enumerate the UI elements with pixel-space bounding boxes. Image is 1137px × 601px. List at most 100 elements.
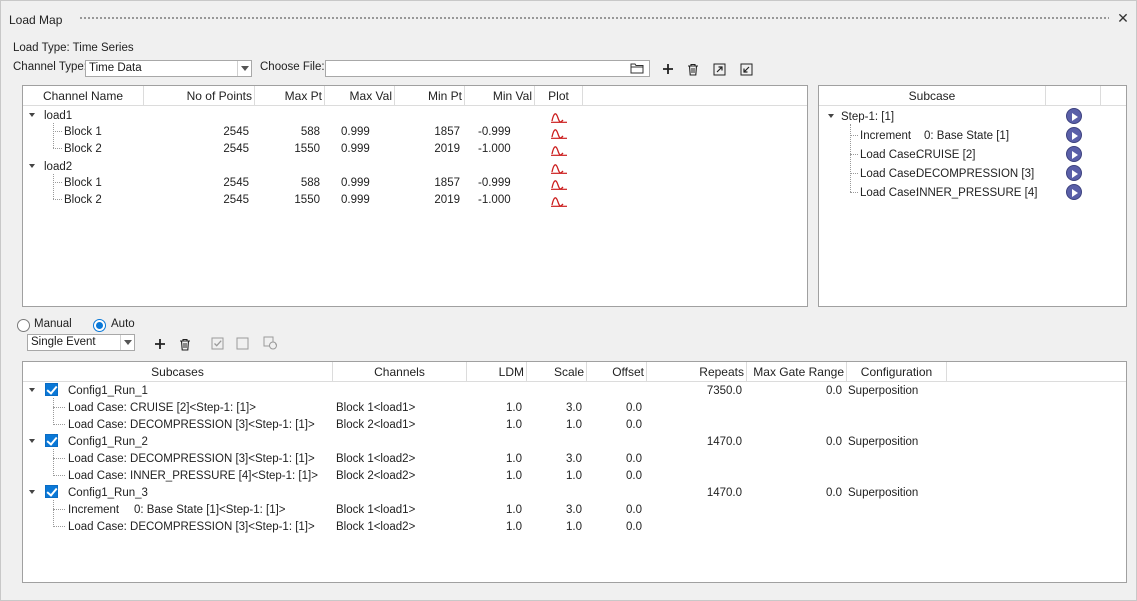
row-scale[interactable]: 1.0 [523,418,582,432]
col-scale[interactable]: Scale [527,362,587,382]
play-icon[interactable] [1066,127,1082,143]
refresh-icon[interactable] [262,335,278,351]
row-channel[interactable]: Block 1<load2> [336,520,415,534]
row-offset[interactable]: 0.0 [583,418,642,432]
row-offset[interactable]: 0.0 [583,401,642,415]
row-offset[interactable]: 0.0 [583,469,642,483]
col-offset[interactable]: Offset [587,362,647,382]
subcase-root[interactable]: Step-1: [1] [841,110,894,124]
row-channel[interactable]: Block 1<load2> [336,452,415,466]
config-checkbox[interactable] [45,383,58,396]
row-subcase-type[interactable]: Increment [68,503,119,517]
export-icon[interactable] [711,61,727,77]
choose-file-input[interactable] [325,60,650,77]
manual-radio[interactable] [17,319,30,332]
play-icon[interactable] [1066,108,1082,124]
col-ldm[interactable]: LDM [467,362,527,382]
row-ldm[interactable]: 1.0 [463,503,522,517]
row-offset[interactable]: 0.0 [583,503,642,517]
drag-grip[interactable] [79,16,1109,21]
plot-icon[interactable] [551,161,567,174]
auto-label[interactable]: Auto [111,318,135,330]
col-min-pt[interactable]: Min Pt [395,86,465,106]
row-scale[interactable]: 3.0 [523,452,582,466]
row-block-name[interactable]: Block 2 [64,193,102,207]
row-channel[interactable]: Block 1<load1> [336,503,415,517]
subcase-item-name[interactable]: CRUISE [2] [916,148,975,162]
col-max-gate-range[interactable]: Max Gate Range [747,362,847,382]
row-subcase[interactable]: Load Case: DECOMPRESSION [3]<Step-1: [1]… [68,452,315,466]
check-all-icon[interactable] [209,335,225,351]
plot-icon[interactable] [551,194,567,207]
close-icon[interactable]: ✕ [1116,10,1130,26]
collapse-arrow-icon[interactable] [28,162,36,170]
row-ldm[interactable]: 1.0 [463,401,522,415]
subcase-item-name[interactable]: 0: Base State [1] [924,129,1009,143]
subcase-item-name[interactable]: INNER_PRESSURE [4] [916,186,1037,200]
config-name[interactable]: Config1_Run_1 [68,384,148,398]
channel-type-select[interactable]: Time Data [85,60,252,77]
subcase-item-type[interactable]: Load Case: [860,167,919,181]
auto-radio[interactable] [93,319,106,332]
trash-icon[interactable] [685,61,701,77]
group-load1[interactable]: load1 [44,109,72,123]
play-icon[interactable] [1066,184,1082,200]
row-block-name[interactable]: Block 2 [64,142,102,156]
import-icon[interactable] [738,61,754,77]
row-subcase[interactable]: Load Case: DECOMPRESSION [3]<Step-1: [1]… [68,520,315,534]
row-scale[interactable]: 3.0 [523,401,582,415]
row-subcase[interactable]: Load Case: DECOMPRESSION [3]<Step-1: [1]… [68,418,315,432]
uncheck-all-icon[interactable] [234,335,250,351]
config-checkbox[interactable] [45,485,58,498]
manual-label[interactable]: Manual [34,318,72,330]
row-subcase[interactable]: 0: Base State [1]<Step-1: [1]> [134,503,286,517]
config-name[interactable]: Config1_Run_3 [68,486,148,500]
row-block-name[interactable]: Block 1 [64,176,102,190]
row-ldm[interactable]: 1.0 [463,418,522,432]
col-channel-name[interactable]: Channel Name [23,86,144,106]
col-configuration[interactable]: Configuration [847,362,947,382]
row-ldm[interactable]: 1.0 [463,452,522,466]
row-scale[interactable]: 1.0 [523,469,582,483]
plot-icon[interactable] [551,126,567,139]
col-max-val[interactable]: Max Val [325,86,395,106]
subcase-item-name[interactable]: DECOMPRESSION [3] [916,167,1034,181]
row-channel[interactable]: Block 2<load1> [336,418,415,432]
plot-icon[interactable] [551,110,567,123]
folder-icon[interactable] [630,62,645,77]
collapse-arrow-icon[interactable] [28,488,36,496]
add-config-icon[interactable] [152,336,168,352]
row-subcase[interactable]: Load Case: CRUISE [2]<Step-1: [1]> [68,401,256,415]
col-no-of-points[interactable]: No of Points [144,86,255,106]
subcase-item-type[interactable]: Load Case: [860,148,919,162]
play-icon[interactable] [1066,165,1082,181]
col-repeats[interactable]: Repeats [647,362,747,382]
play-icon[interactable] [1066,146,1082,162]
col-subcases[interactable]: Subcases [23,362,333,382]
row-subcase[interactable]: Load Case: INNER_PRESSURE [4]<Step-1: [1… [68,469,318,483]
col-max-pt[interactable]: Max Pt [255,86,325,106]
row-channel[interactable]: Block 2<load2> [336,469,415,483]
collapse-arrow-icon[interactable] [28,386,36,394]
row-offset[interactable]: 0.0 [583,452,642,466]
config-name[interactable]: Config1_Run_2 [68,435,148,449]
collapse-arrow-icon[interactable] [28,437,36,445]
group-load2[interactable]: load2 [44,160,72,174]
collapse-arrow-icon[interactable] [28,111,36,119]
row-scale[interactable]: 1.0 [523,520,582,534]
col-subcase[interactable]: Subcase [819,86,1046,106]
event-type-select[interactable]: Single Event [27,334,135,351]
row-ldm[interactable]: 1.0 [463,469,522,483]
col-channels[interactable]: Channels [333,362,467,382]
row-scale[interactable]: 3.0 [523,503,582,517]
add-icon[interactable] [660,61,676,77]
row-ldm[interactable]: 1.0 [463,520,522,534]
subcase-item-type[interactable]: Increment [860,129,911,143]
row-channel[interactable]: Block 1<load1> [336,401,415,415]
row-offset[interactable]: 0.0 [583,520,642,534]
subcase-item-type[interactable]: Load Case: [860,186,919,200]
config-checkbox[interactable] [45,434,58,447]
delete-config-icon[interactable] [177,336,193,352]
col-plot[interactable]: Plot [535,86,583,106]
col-min-val[interactable]: Min Val [465,86,535,106]
